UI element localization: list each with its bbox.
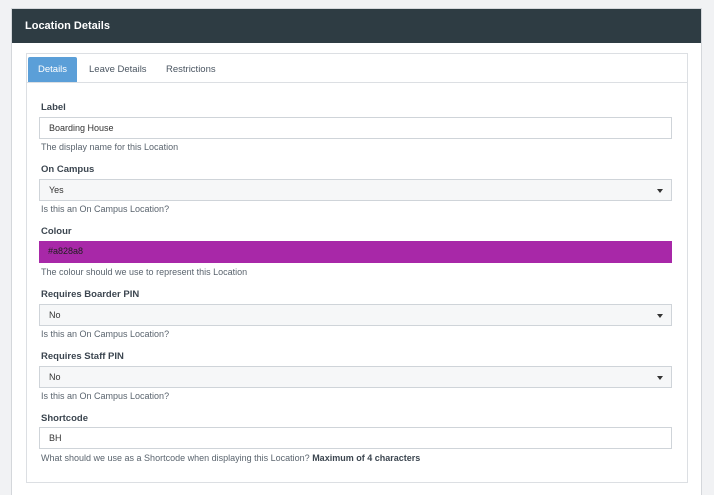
tab-leave-details[interactable]: Leave Details — [79, 57, 157, 82]
shortcode-help-max: Maximum of 4 characters — [312, 453, 421, 463]
on-campus-select[interactable]: Yes — [39, 179, 672, 201]
tab-restrictions[interactable]: Restrictions — [156, 57, 226, 82]
shortcode-input[interactable]: BH — [39, 427, 672, 449]
shortcode-help-main: What should we use as a Shortcode when d… — [41, 453, 310, 463]
on-campus-help-text: Is this an On Campus Location? — [41, 204, 170, 214]
caret-down-icon — [657, 376, 663, 380]
colour-input[interactable]: #a828a8 — [39, 241, 672, 263]
on-campus-selected-value: Yes — [49, 185, 64, 195]
requires-boarder-pin-label: Requires Boarder PIN — [41, 289, 140, 300]
tab-details[interactable]: Details — [28, 57, 78, 82]
tab-bar: Details Leave Details Restrictions — [27, 54, 687, 83]
label-field-label: Label — [41, 102, 66, 113]
label-help-text: The display name for this Location — [41, 142, 179, 152]
caret-down-icon — [657, 189, 663, 193]
colour-help-text: The colour should we use to represent th… — [41, 267, 248, 277]
label-input[interactable]: Boarding House — [39, 117, 672, 139]
requires-boarder-pin-selected-value: No — [49, 310, 61, 320]
panel-title: Location Details — [12, 9, 701, 43]
requires-boarder-pin-select[interactable]: No — [39, 304, 672, 326]
requires-staff-pin-help-text: Is this an On Campus Location? — [41, 391, 170, 401]
on-campus-field-label: On Campus — [41, 164, 95, 175]
caret-down-icon — [657, 314, 663, 318]
colour-field-label: Colour — [41, 226, 72, 237]
requires-boarder-pin-help-text: Is this an On Campus Location? — [41, 329, 170, 339]
requires-staff-pin-selected-value: No — [49, 372, 61, 382]
requires-staff-pin-select[interactable]: No — [39, 366, 672, 388]
requires-staff-pin-label: Requires Staff PIN — [41, 351, 124, 362]
shortcode-field-label: Shortcode — [41, 413, 88, 424]
form-container: Details Leave Details Restrictions Label… — [26, 53, 688, 483]
location-details-panel: Location Details Details Leave Details R… — [11, 8, 702, 495]
shortcode-help-text: What should we use as a Shortcode when d… — [41, 453, 420, 463]
